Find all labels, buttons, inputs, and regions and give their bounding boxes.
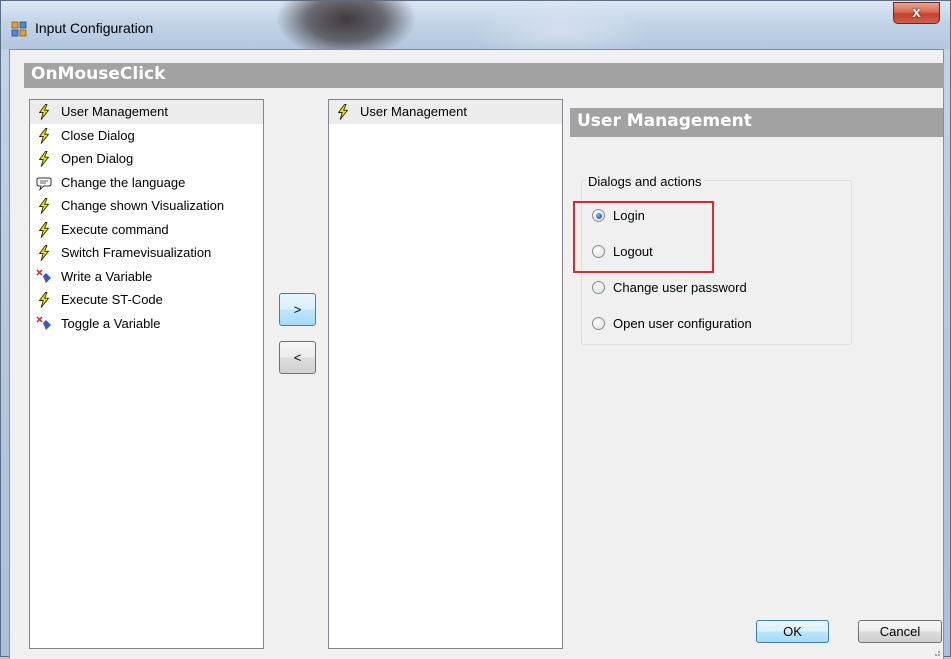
lightning-icon <box>36 104 52 120</box>
lightning-icon <box>335 104 351 120</box>
dialog-client-area: OnMouseClick User Management Close Dialog… <box>9 49 944 659</box>
window-title: Input Configuration <box>35 20 154 36</box>
close-icon: x <box>912 4 921 21</box>
speech-bubble-icon <box>36 175 52 191</box>
cancel-label: Cancel <box>879 624 921 639</box>
available-action-item-label: Close Dialog <box>61 127 135 143</box>
remove-action-button[interactable]: < <box>279 341 316 374</box>
available-action-item[interactable]: Close Dialog <box>30 124 263 148</box>
lightning-icon <box>36 151 52 167</box>
available-action-item-label: Execute ST-Code <box>61 292 163 307</box>
write-variable-icon <box>36 269 52 285</box>
radio-label-login: Login <box>613 208 645 223</box>
group-label: Dialogs and actions <box>585 174 705 189</box>
available-action-item-label: User Management <box>61 104 168 119</box>
radio-change-password[interactable]: Change user password <box>592 279 747 297</box>
event-header: OnMouseClick <box>24 63 944 88</box>
event-title: OnMouseClick <box>31 64 166 84</box>
lightning-icon <box>36 127 52 144</box>
radio-button-change-password[interactable] <box>592 281 605 294</box>
close-button[interactable]: x <box>893 2 940 24</box>
panel-title-bar: User Management <box>570 108 943 137</box>
input-configuration-window: Input Configuration x OnMouseClick User … <box>0 0 951 659</box>
radio-login[interactable]: Login <box>592 207 645 225</box>
available-action-item[interactable]: Write a Variable <box>30 265 263 289</box>
selected-action-item-label: User Management <box>360 104 467 119</box>
available-action-item-label: Execute command <box>61 221 169 237</box>
lightning-icon <box>36 245 52 261</box>
write-variable-icon <box>36 316 52 332</box>
lightning-icon <box>36 292 52 308</box>
available-action-item[interactable]: Execute ST-Code <box>30 288 263 312</box>
ok-label: OK <box>783 624 802 639</box>
cancel-button[interactable]: Cancel <box>858 620 942 643</box>
radio-label-change-password: Change user password <box>613 280 747 295</box>
available-action-item-label: Change the language <box>61 174 186 190</box>
available-action-item-label: Toggle a Variable <box>61 315 161 331</box>
available-action-item[interactable]: Change shown Visualization <box>30 194 263 218</box>
lightning-icon <box>36 221 52 238</box>
available-actions-list[interactable]: User Management Close Dialog Open Dialog Ch… <box>29 99 264 649</box>
selected-actions-list[interactable]: User Management <box>328 99 563 649</box>
available-action-item[interactable]: Execute command <box>30 218 263 242</box>
app-icon <box>11 21 27 37</box>
radio-open-user-config[interactable]: Open user configuration <box>592 315 752 333</box>
available-action-item[interactable]: Open Dialog <box>30 147 263 171</box>
available-action-item-label: Write a Variable <box>61 268 153 284</box>
lightning-icon <box>36 198 52 214</box>
selected-action-item[interactable]: User Management <box>329 100 562 124</box>
add-action-button[interactable]: > <box>279 293 316 326</box>
available-action-item[interactable]: Switch Framevisualization <box>30 241 263 265</box>
radio-label-open-user-config: Open user configuration <box>613 316 752 331</box>
ok-button[interactable]: OK <box>756 620 829 643</box>
radio-logout[interactable]: Logout <box>592 243 653 261</box>
available-action-item[interactable]: Change the language <box>30 171 263 195</box>
available-action-item[interactable]: User Management <box>30 100 263 124</box>
resize-grip-icon[interactable] <box>931 647 941 657</box>
radio-button-login[interactable] <box>592 209 605 222</box>
available-action-item-label: Change shown Visualization <box>61 198 225 213</box>
radio-label-logout: Logout <box>613 244 653 259</box>
panel-title: User Management <box>577 111 752 131</box>
available-action-item-label: Open Dialog <box>61 151 134 166</box>
radio-button-open-user-config[interactable] <box>592 317 605 330</box>
available-action-item-label: Switch Framevisualization <box>61 245 212 260</box>
add-action-label: > <box>293 302 302 317</box>
radio-button-logout[interactable] <box>592 245 605 258</box>
available-action-item[interactable]: Toggle a Variable <box>30 312 263 336</box>
remove-action-label: < <box>293 350 302 365</box>
title-bar[interactable]: Input Configuration x <box>1 1 950 49</box>
